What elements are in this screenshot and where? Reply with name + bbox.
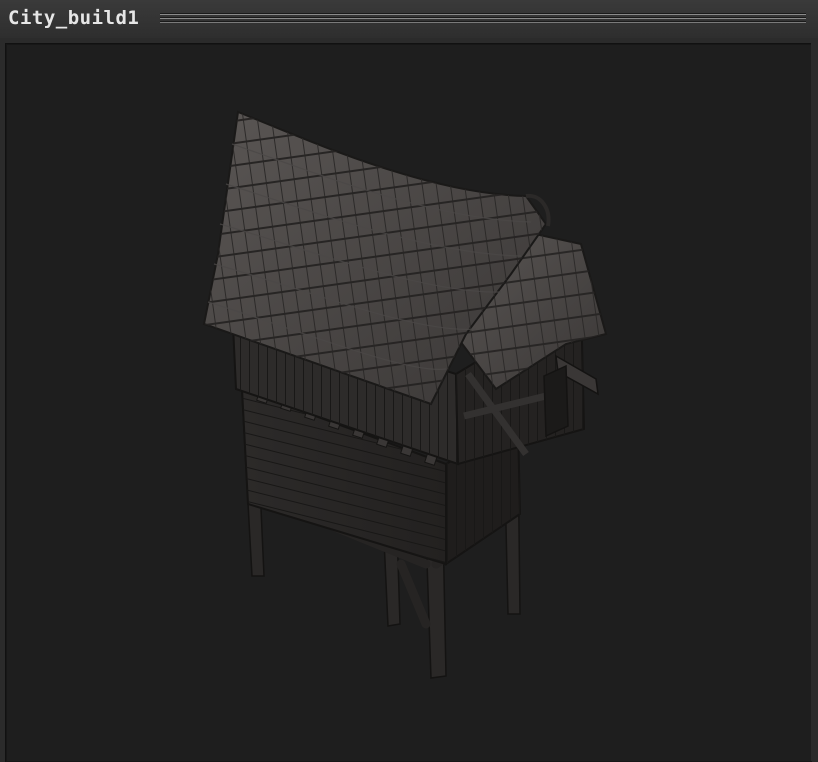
building-model-icon xyxy=(202,110,608,679)
title-bar[interactable]: City_build1 xyxy=(0,0,818,38)
model-viewport[interactable] xyxy=(5,43,812,762)
window-title: City_build1 xyxy=(8,7,140,29)
window-right-border xyxy=(811,38,818,761)
preview-window: City_build1 xyxy=(0,0,818,762)
title-bar-drag-grip[interactable] xyxy=(160,13,806,25)
